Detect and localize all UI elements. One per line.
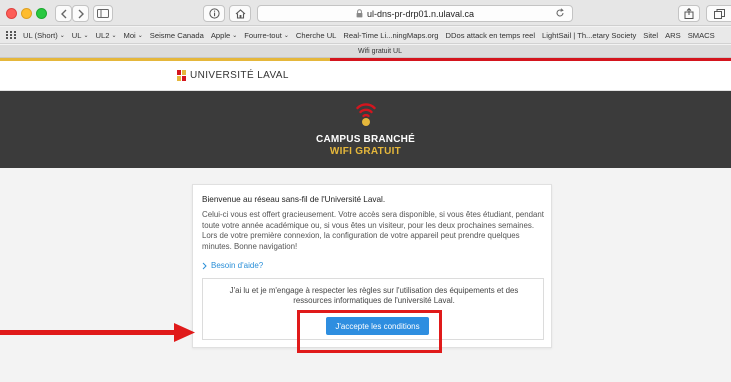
bookmark-label: ARS — [665, 30, 681, 40]
highlight-annotation — [297, 310, 442, 353]
banner-title: CAMPUS BRANCHÉ — [316, 134, 415, 145]
browser-toolbar: ul-dns-pr-drp01.n.ulaval.ca — [0, 0, 731, 26]
bookmark-item[interactable]: Seisme Canada — [150, 31, 204, 40]
bookmark-label: Moi — [123, 30, 136, 40]
zoom-window-button[interactable] — [36, 8, 47, 19]
arrow-right-icon — [0, 323, 195, 342]
chevron-right-icon — [78, 9, 84, 18]
universite-laval-logo[interactable]: UNIVERSITÉ LAVAL — [177, 70, 289, 81]
chevron-down-icon: ⌄ — [111, 32, 117, 39]
grid-icon[interactable] — [6, 31, 16, 39]
bookmark-item[interactable]: LightSail | Th...etary Society — [542, 31, 636, 40]
reload-icon[interactable] — [555, 8, 565, 20]
bookmark-item[interactable]: Fourre-tout ⌄ — [244, 31, 289, 40]
wifi-icon — [356, 103, 376, 126]
home-button[interactable] — [229, 5, 251, 22]
bookmark-label: Sitel — [643, 30, 659, 40]
lock-icon — [356, 9, 363, 18]
share-icon — [684, 8, 694, 19]
tabs-icon — [714, 8, 725, 19]
bookmark-item[interactable]: Sitel — [643, 31, 658, 40]
bookmark-item[interactable]: DDos attack en temps reel — [446, 31, 535, 40]
chevron-down-icon: ⌄ — [137, 32, 143, 39]
url-text: ul-dns-pr-drp01.n.ulaval.ca — [366, 8, 475, 19]
bookmarks-bar: UL (Short) ⌄ UL ⌄ UL2 ⌄ Moi ⌄ Seisme Canada Apple… — [0, 27, 731, 44]
bookmark-label: Apple — [210, 30, 231, 40]
bookmark-item[interactable]: Moi ⌄ — [124, 31, 143, 40]
privacy-report-button[interactable] — [203, 5, 225, 22]
help-link-label: Besoin d'aide? — [211, 261, 264, 270]
sidebar-icon — [97, 9, 109, 18]
chevron-down-icon: ⌄ — [283, 32, 289, 39]
logo-text: UNIVERSITÉ LAVAL — [190, 70, 289, 81]
bookmark-item[interactable]: Apple ⌄ — [211, 31, 237, 40]
share-button[interactable] — [678, 5, 700, 22]
bookmark-label: UL (Short) — [23, 30, 58, 40]
bookmark-label: DDos attack en temps reel — [445, 30, 536, 40]
back-button[interactable] — [55, 5, 72, 22]
chevron-down-icon: ⌄ — [59, 32, 65, 39]
bookmark-item[interactable]: SMACS — [688, 31, 715, 40]
chevron-down-icon: ⌄ — [232, 32, 238, 39]
bookmark-item[interactable]: UL (Short) ⌄ — [23, 31, 65, 40]
close-window-button[interactable] — [6, 8, 17, 19]
ul-emblem-icon — [177, 70, 186, 81]
sidebar-toggle-button[interactable] — [93, 5, 113, 22]
bookmark-label: Seisme Canada — [149, 30, 204, 40]
tabs-overview-button[interactable] — [706, 5, 731, 22]
banner-subtitle: WIFI GRATUIT — [329, 146, 402, 157]
bookmark-label: UL2 — [95, 30, 110, 40]
minimize-window-button[interactable] — [21, 8, 32, 19]
help-link[interactable]: Besoin d'aide? — [202, 261, 263, 270]
card-heading: Bienvenue au réseau sans-fil de l'Univer… — [202, 195, 386, 204]
info-icon — [208, 8, 220, 19]
bookmark-item[interactable]: ARS — [665, 31, 681, 40]
card-body: Celui-ci vous est offert gracieusement. … — [202, 210, 544, 251]
bookmark-label: Fourre-tout — [244, 30, 282, 40]
bookmark-label: Real-Time Li...ningMaps.org — [343, 30, 439, 40]
campus-banner: CAMPUS BRANCHÉ WIFI GRATUIT — [0, 91, 731, 168]
tab-active[interactable]: Wifi gratuit UL — [230, 45, 530, 58]
chevron-left-icon — [60, 9, 66, 18]
address-bar[interactable]: ul-dns-pr-drp01.n.ulaval.ca — [257, 5, 573, 22]
bookmark-item[interactable]: Cherche UL — [296, 31, 337, 40]
bookmark-item[interactable]: Real-Time Li...ningMaps.org — [343, 31, 438, 40]
bookmark-label: SMACS — [687, 30, 715, 40]
home-icon — [235, 8, 245, 19]
bookmark-label: LightSail | Th...etary Society — [542, 30, 637, 40]
bookmark-label: UL — [71, 30, 82, 40]
bookmark-label: Cherche UL — [295, 30, 337, 40]
chevron-right-icon — [202, 262, 207, 270]
site-header: UNIVERSITÉ LAVAL — [0, 61, 731, 91]
tab-bar: Wifi gratuit UL — [0, 45, 731, 58]
bookmark-item[interactable]: UL2 ⌄ — [96, 31, 117, 40]
chevron-down-icon: ⌄ — [83, 32, 89, 39]
forward-button[interactable] — [72, 5, 89, 22]
bookmark-item[interactable]: UL ⌄ — [72, 31, 89, 40]
terms-text: J'ai lu et je m'engage à respecter les r… — [229, 286, 519, 305]
